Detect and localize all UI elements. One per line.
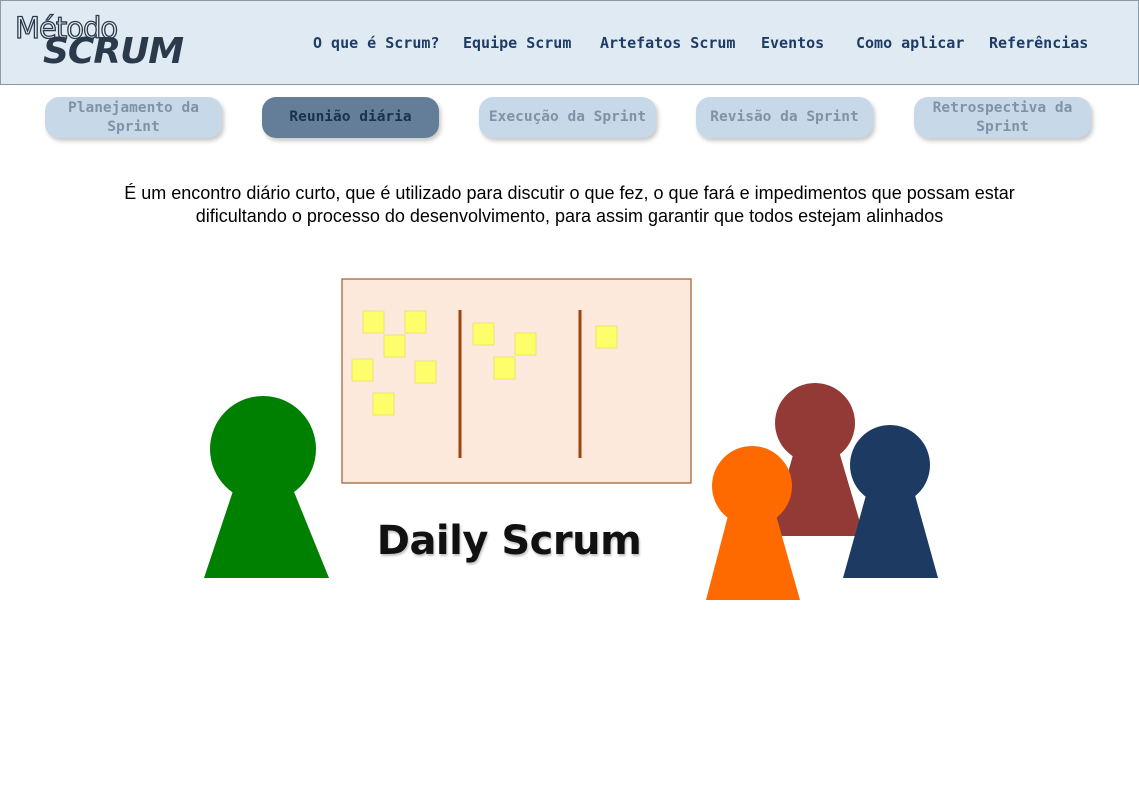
sticky-note	[404, 310, 427, 334]
sticky-note	[372, 392, 395, 416]
sticky-note	[383, 334, 406, 358]
sticky-note	[414, 360, 437, 384]
sticky-note	[514, 332, 537, 356]
sticky-note	[362, 310, 385, 334]
sticky-note	[595, 325, 618, 349]
person-navy	[843, 425, 938, 578]
sticky-note	[472, 322, 495, 346]
person-green	[204, 396, 329, 578]
sticky-note	[493, 356, 516, 380]
daily-scrum-illustration	[204, 278, 938, 600]
illustration-caption: Daily Scrum	[376, 518, 642, 564]
scrum-board	[341, 278, 692, 484]
sticky-note	[351, 358, 374, 382]
person-red	[770, 383, 864, 536]
